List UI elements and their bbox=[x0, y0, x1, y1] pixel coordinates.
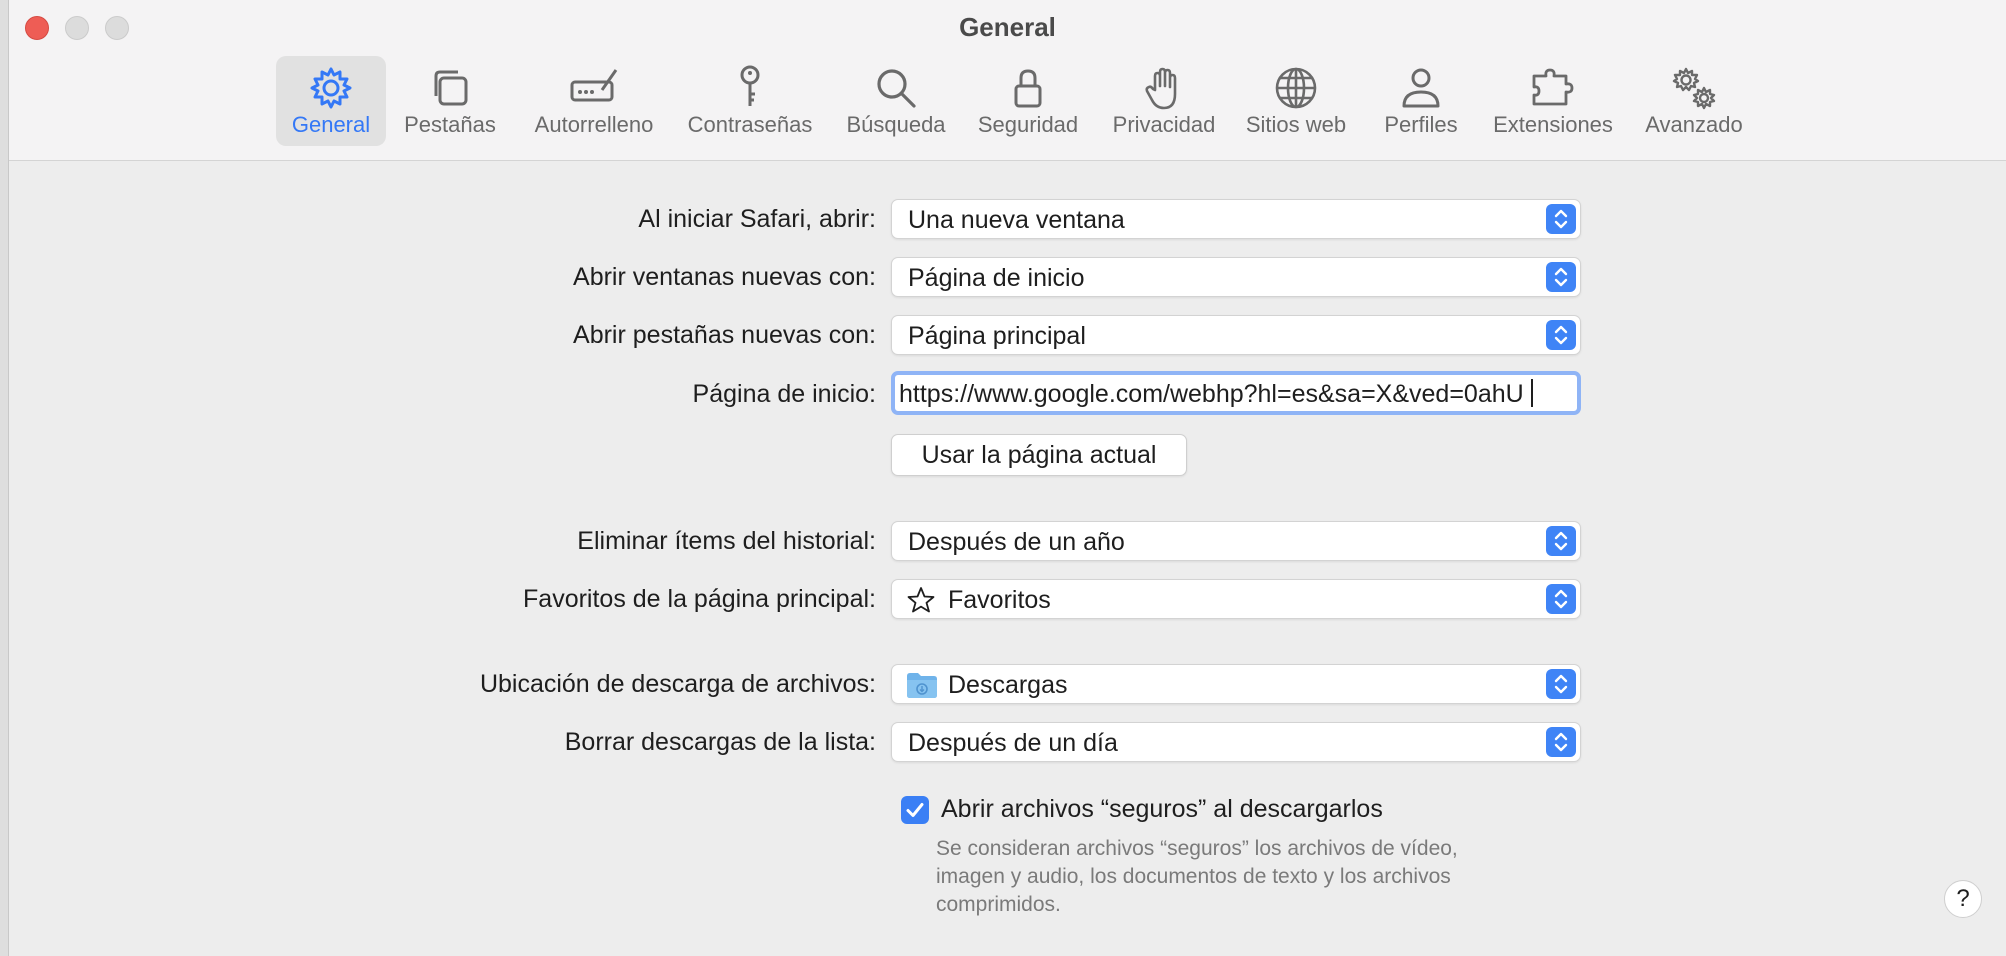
popup-value: Página principal bbox=[908, 322, 1086, 350]
chevron-updown-icon bbox=[1546, 320, 1576, 350]
checkmark-icon bbox=[906, 803, 924, 817]
popup-value: Descargas bbox=[948, 671, 1068, 699]
clear-downloads-popup[interactable]: Después de un día bbox=[891, 722, 1581, 762]
use-current-page-button[interactable]: Usar la página actual bbox=[891, 434, 1187, 476]
download-location-label: Ubicación de descarga de archivos: bbox=[479, 670, 876, 698]
titlebar: General General Pestañas Autorrelleno Co… bbox=[9, 0, 2006, 161]
person-icon bbox=[1402, 68, 1440, 108]
chevron-updown-icon bbox=[1546, 262, 1576, 292]
gears-icon bbox=[1672, 67, 1716, 110]
favorites-label: Favoritos de la página principal: bbox=[523, 585, 876, 613]
tab-label: Seguridad bbox=[977, 112, 1079, 137]
globe-icon bbox=[1275, 67, 1317, 109]
tab-profiles[interactable]: Perfiles bbox=[1369, 56, 1473, 146]
homepage-field[interactable] bbox=[891, 371, 1581, 415]
open-with-popup[interactable]: Una nueva ventana bbox=[891, 199, 1581, 239]
preferences-window: General General Pestañas Autorrelleno Co… bbox=[8, 0, 2006, 956]
new-tabs-label: Abrir pestañas nuevas con: bbox=[573, 321, 876, 349]
open-safe-files-description: Se consideran archivos “seguros” los arc… bbox=[936, 837, 1458, 916]
new-windows-label: Abrir ventanas nuevas con: bbox=[573, 263, 876, 291]
tab-passwords[interactable]: Contraseñas bbox=[679, 56, 821, 146]
star-icon bbox=[907, 587, 935, 613]
tab-label: Privacidad bbox=[1112, 112, 1216, 137]
autofill-icon bbox=[570, 69, 618, 102]
popup-value: Favoritos bbox=[948, 586, 1051, 614]
remove-history-popup[interactable]: Después de un año bbox=[891, 521, 1581, 561]
tab-label: Sitios web bbox=[1245, 112, 1347, 137]
puzzle-icon bbox=[1532, 68, 1574, 106]
search-icon bbox=[877, 69, 916, 108]
chevron-updown-icon bbox=[1546, 526, 1576, 556]
tab-label: Autorrelleno bbox=[534, 112, 654, 137]
tab-advanced[interactable]: Avanzado bbox=[1635, 56, 1753, 146]
hand-icon bbox=[1145, 67, 1177, 110]
window-title: General bbox=[959, 12, 1056, 42]
tab-extensions[interactable]: Extensiones bbox=[1483, 56, 1623, 146]
favorites-popup[interactable]: Favoritos bbox=[891, 579, 1581, 619]
homepage-input[interactable] bbox=[899, 379, 1569, 409]
chevron-updown-icon bbox=[1546, 584, 1576, 614]
popup-value: Una nueva ventana bbox=[908, 206, 1125, 234]
tab-label: General bbox=[291, 112, 371, 137]
tab-general[interactable]: General bbox=[276, 56, 386, 146]
popup-value: Después de un día bbox=[908, 729, 1118, 757]
tab-tabs[interactable]: Pestañas bbox=[395, 56, 505, 146]
popup-value: Página de inicio bbox=[908, 264, 1085, 292]
download-location-popup[interactable]: Descargas bbox=[891, 664, 1581, 704]
clear-downloads-label: Borrar descargas de la lista: bbox=[564, 728, 876, 756]
open-safe-files-checkbox[interactable] bbox=[901, 796, 929, 824]
remove-history-label: Eliminar ítems del historial: bbox=[577, 527, 876, 555]
homepage-label: Página de inicio: bbox=[692, 380, 876, 408]
open-with-label: Al iniciar Safari, abrir: bbox=[638, 205, 876, 233]
key-icon bbox=[740, 65, 760, 106]
new-tabs-popup[interactable]: Página principal bbox=[891, 315, 1581, 355]
text-caret bbox=[1531, 379, 1533, 407]
tab-label: Contraseñas bbox=[687, 112, 813, 137]
tab-label: Perfiles bbox=[1384, 112, 1458, 137]
tabs-icon bbox=[434, 70, 468, 106]
lock-icon bbox=[1014, 69, 1042, 108]
tab-label: Pestañas bbox=[404, 112, 496, 137]
tab-label: Búsqueda bbox=[846, 112, 946, 137]
open-safe-files-label[interactable]: Abrir archivos “seguros” al descargarlos bbox=[941, 793, 1383, 825]
new-windows-popup[interactable]: Página de inicio bbox=[891, 257, 1581, 297]
folder-icon bbox=[907, 673, 937, 698]
gear-icon bbox=[310, 67, 352, 109]
tab-label: Avanzado bbox=[1645, 112, 1743, 137]
chevron-updown-icon bbox=[1546, 204, 1576, 234]
chevron-updown-icon bbox=[1546, 727, 1576, 757]
tab-autofill[interactable]: Autorrelleno bbox=[521, 56, 667, 146]
help-button[interactable]: ? bbox=[1944, 880, 1982, 918]
tab-security[interactable]: Seguridad bbox=[967, 56, 1089, 146]
chevron-updown-icon bbox=[1546, 669, 1576, 699]
tab-privacy[interactable]: Privacidad bbox=[1103, 56, 1225, 146]
tab-websites[interactable]: Sitios web bbox=[1235, 56, 1357, 146]
tab-label: Extensiones bbox=[1493, 112, 1613, 137]
popup-value: Después de un año bbox=[908, 528, 1125, 556]
tab-search[interactable]: Búsqueda bbox=[837, 56, 955, 146]
background-window-edge bbox=[0, 0, 8, 956]
